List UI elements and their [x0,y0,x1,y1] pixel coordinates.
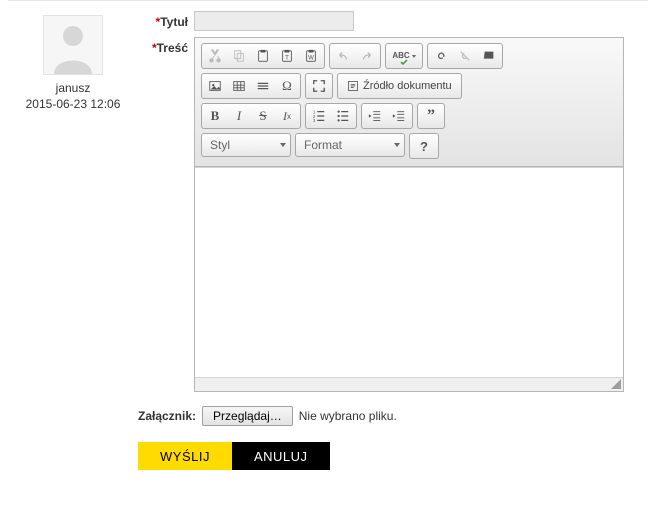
svg-text:T: T [285,55,289,62]
title-label: *Tytuł [138,11,194,29]
redo-icon[interactable] [355,45,379,67]
rich-text-editor: T W [194,37,624,392]
editor-toolbar: T W [195,38,623,167]
strike-icon[interactable]: S [251,105,275,127]
chevron-down-icon [394,143,400,147]
svg-text:W: W [308,55,314,62]
outdent-icon[interactable] [363,105,387,127]
bold-icon[interactable]: B [203,105,227,127]
avatar [43,15,103,75]
cut-icon[interactable] [203,45,227,67]
special-char-icon[interactable]: Ω [275,75,299,97]
file-status: Nie wybrano pliku. [299,409,397,423]
table-icon[interactable] [227,75,251,97]
unlink-icon[interactable] [453,45,477,67]
svg-text:3: 3 [313,118,316,123]
content-label: *Treść [138,37,194,55]
resize-handle[interactable] [195,377,623,391]
paste-text-icon[interactable]: T [275,45,299,67]
paste-icon[interactable] [251,45,275,67]
anchor-icon[interactable] [477,45,501,67]
send-button[interactable]: WYŚLIJ [138,442,232,470]
editor-content-area[interactable] [195,167,623,377]
style-dropdown[interactable]: Styl [201,133,291,157]
author-timestamp: 2015-06-23 12:06 [8,97,138,111]
title-input[interactable] [194,11,354,31]
undo-icon[interactable] [331,45,355,67]
image-icon[interactable] [203,75,227,97]
cancel-button[interactable]: ANULUJ [232,442,330,470]
author-name: janusz [8,81,138,95]
svg-text:1: 1 [313,109,316,114]
top-divider [8,0,648,1]
copy-icon[interactable] [227,45,251,67]
numbered-list-icon[interactable]: 123 [307,105,331,127]
link-icon[interactable] [429,45,453,67]
svg-text:2: 2 [313,114,316,119]
browse-button[interactable]: Przeglądaj… [202,406,293,426]
source-button-label: Źródło dokumentu [363,80,452,92]
paste-word-icon[interactable]: W [299,45,323,67]
attachment-label: Załącznik: [138,409,196,423]
blockquote-icon[interactable]: ” [419,105,443,127]
spellcheck-icon[interactable]: ABC [387,45,421,67]
italic-icon[interactable]: I [227,105,251,127]
horizontal-rule-icon[interactable] [251,75,275,97]
remove-format-icon[interactable]: Ix [275,105,299,127]
maximize-icon[interactable] [307,75,331,97]
source-button[interactable]: Źródło dokumentu [339,75,460,97]
style-dropdown-label: Styl [210,138,230,152]
indent-icon[interactable] [387,105,411,127]
help-button[interactable]: ? [411,135,437,157]
chevron-down-icon [280,143,286,147]
bullet-list-icon[interactable] [331,105,355,127]
author-column: janusz 2015-06-23 12:06 [8,11,138,470]
format-dropdown-label: Format [304,138,342,152]
format-dropdown[interactable]: Format [295,133,405,157]
